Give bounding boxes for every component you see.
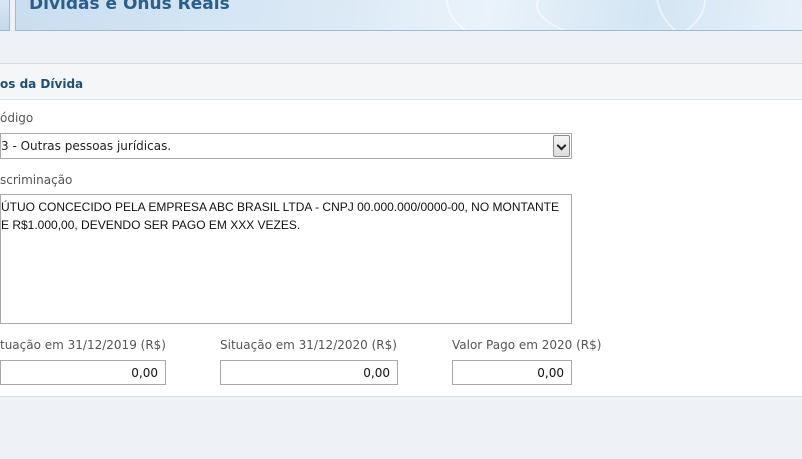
- situacao-2019-label: tuação em 31/12/2019 (R$): [0, 338, 166, 352]
- page-title: Dívidas e Ônus Reais: [29, 0, 230, 14]
- discriminacao-textarea[interactable]: ÚTUO CONCECIDO PELA EMPRESA ABC BRASIL L…: [0, 194, 572, 324]
- discriminacao-line-2: E R$1.000,00, DEVENDO SER PAGO EM XXX VE…: [1, 218, 301, 232]
- codigo-select-value: 3 - Outras pessoas jurídicas.: [1, 139, 172, 153]
- codigo-select[interactable]: 3 - Outras pessoas jurídicas.: [0, 133, 572, 159]
- header-bar: Dívidas e Ônus Reais: [0, 0, 802, 31]
- situacao-2020-label: Situação em 31/12/2020 (R$): [220, 338, 397, 352]
- discriminacao-text: ÚTUO CONCECIDO PELA EMPRESA ABC BRASIL L…: [1, 198, 567, 234]
- valor-pago-input[interactable]: 0,00: [452, 360, 572, 385]
- situacao-2019-value: 0,00: [131, 366, 158, 380]
- valor-pago-label: Valor Pago em 2020 (R$): [452, 338, 602, 352]
- panel-title: os da Dívida: [0, 77, 84, 91]
- discriminacao-line-1: ÚTUO CONCECIDO PELA EMPRESA ABC BRASIL L…: [1, 200, 559, 214]
- discriminacao-label: scriminação: [0, 173, 73, 187]
- decorative-swirl: [656, 0, 802, 30]
- codigo-label: ódigo: [0, 111, 34, 125]
- situacao-2020-value: 0,00: [363, 366, 390, 380]
- header-left-tab: [0, 0, 10, 31]
- chevron-down-icon[interactable]: [553, 135, 570, 157]
- debt-details-panel: os da Dívida ódigo 3 - Outras pessoas ju…: [0, 63, 802, 397]
- situacao-2020-input[interactable]: 0,00: [220, 360, 398, 385]
- situacao-2019-input[interactable]: 0,00: [0, 360, 166, 385]
- valor-pago-value: 0,00: [537, 366, 564, 380]
- header-title-box: Dívidas e Ônus Reais: [15, 0, 802, 31]
- panel-header: os da Dívida: [0, 64, 802, 100]
